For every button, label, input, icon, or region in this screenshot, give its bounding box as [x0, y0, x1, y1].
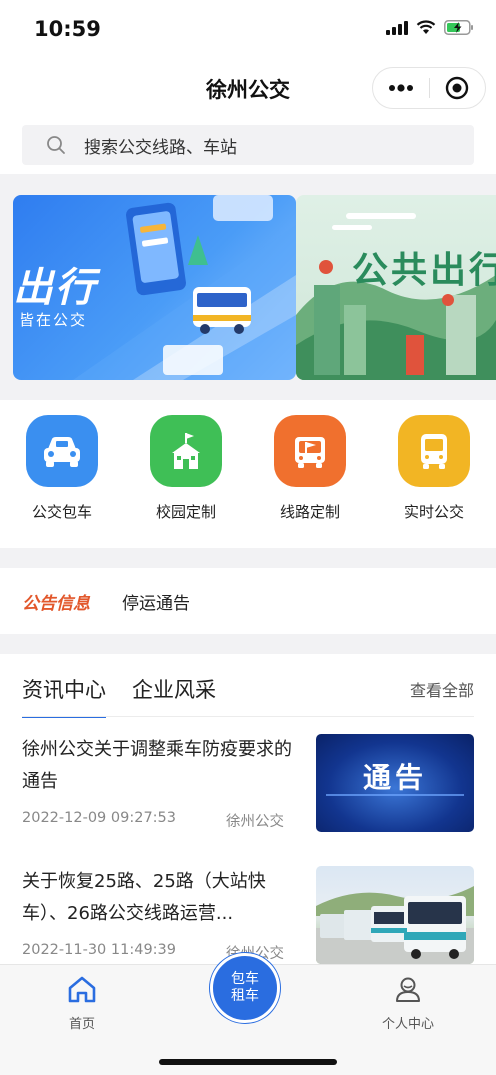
- charter-label: 包车: [231, 971, 259, 987]
- quick-action-label: 实时公交: [403, 503, 464, 521]
- bus-icon: [398, 415, 470, 487]
- charter-rental-button[interactable]: 包车 租车: [210, 953, 280, 1023]
- quick-action-label: 校园定制: [155, 503, 216, 521]
- rental-label: 租车: [231, 988, 259, 1004]
- quick-action-label: 公交包车: [31, 503, 92, 521]
- miniprogram-capsule: [372, 67, 486, 109]
- buses-photo: [316, 886, 474, 964]
- tabs-divider: [22, 716, 474, 717]
- car-icon: [26, 415, 98, 487]
- search-section: 搜索公交线路、车站: [0, 116, 496, 174]
- school-icon: [150, 415, 222, 487]
- quick-action-realtime-bus[interactable]: 实时公交: [384, 415, 484, 522]
- banner-slide-1[interactable]: 出行 皆在公交: [13, 195, 296, 380]
- thumbnail-text: 通告: [362, 761, 427, 794]
- tab-home-label: 首页: [68, 1017, 95, 1032]
- tab-company-style[interactable]: 企业风采: [132, 674, 216, 718]
- search-input[interactable]: 搜索公交线路、车站: [22, 125, 474, 165]
- quick-actions: 公交包车 校园定制 线路定制 实时公交: [0, 400, 496, 548]
- quick-action-campus-custom[interactable]: 校园定制: [136, 415, 236, 522]
- route-flag-icon: [274, 415, 346, 487]
- more-dots-icon: [388, 84, 413, 92]
- tab-home[interactable]: 首页: [22, 975, 142, 1032]
- news-item[interactable]: 关于恢复25路、25路（大站快车）、26路公交线路运营... 2022-11-3…: [0, 866, 496, 964]
- bottom-tab-bar: 首页 包车 租车 个人中心: [0, 953, 496, 1075]
- tab-profile-label: 个人中心: [381, 1017, 434, 1032]
- notice-text[interactable]: 停运通告: [122, 589, 190, 614]
- wifi-icon: [416, 20, 436, 34]
- news-tabs: 资讯中心 企业风采: [22, 674, 216, 718]
- news-item[interactable]: 徐州公交关于调整乘车防疫要求的通告 2022-12-09 09:27:53 徐州…: [0, 734, 496, 844]
- notice-bar[interactable]: 公告信息 停运通告: [0, 568, 496, 634]
- banner-1-title: 出行: [13, 265, 97, 311]
- banner-carousel[interactable]: 出行 皆在公交 公共出行: [0, 174, 496, 400]
- news-date: 2022-12-09 09:27:53: [22, 810, 176, 826]
- quick-action-bus-charter[interactable]: 公交包车: [12, 415, 112, 522]
- banner-slide-2[interactable]: 公共出行: [296, 195, 496, 380]
- home-icon: [68, 976, 96, 1003]
- signal-icon: [386, 20, 408, 35]
- news-source: 徐州公交: [226, 814, 284, 830]
- quick-action-label: 线路定制: [279, 503, 340, 521]
- news-thumbnail: 通告: [316, 734, 474, 832]
- nav-bar: 徐州公交: [0, 60, 496, 116]
- notice-tag: 公告信息: [22, 593, 90, 614]
- news-title: 关于恢复25路、25路（大站快车）、26路公交线路运营...: [22, 871, 266, 924]
- status-icons: [386, 20, 474, 35]
- search-placeholder: 搜索公交线路、车站: [84, 137, 237, 158]
- search-icon: [47, 136, 65, 154]
- more-button[interactable]: [373, 67, 429, 109]
- banner-1-subtitle: 皆在公交: [19, 311, 88, 329]
- home-indicator: [159, 1059, 337, 1065]
- banner-2-title: 公共出行: [352, 250, 496, 291]
- battery-charging-icon: [444, 20, 473, 35]
- news-thumbnail: [316, 866, 474, 964]
- close-miniprogram-button[interactable]: [429, 67, 485, 109]
- news-section: 资讯中心 企业风采 查看全部 徐州公交关于调整乘车防疫要求的通告 2022-12…: [0, 654, 496, 964]
- target-close-icon: [446, 76, 469, 100]
- user-icon: [396, 977, 420, 1002]
- tab-news-center[interactable]: 资讯中心: [22, 674, 106, 718]
- news-date: 2022-11-30 11:49:39: [22, 942, 176, 958]
- news-title: 徐州公交关于调整乘车防疫要求的通告: [22, 739, 292, 792]
- quick-action-route-custom[interactable]: 线路定制: [260, 415, 360, 522]
- tab-profile[interactable]: 个人中心: [348, 975, 468, 1032]
- status-time: 10:59: [34, 17, 101, 41]
- status-bar: 10:59: [0, 0, 496, 60]
- see-all-link[interactable]: 查看全部: [410, 677, 474, 701]
